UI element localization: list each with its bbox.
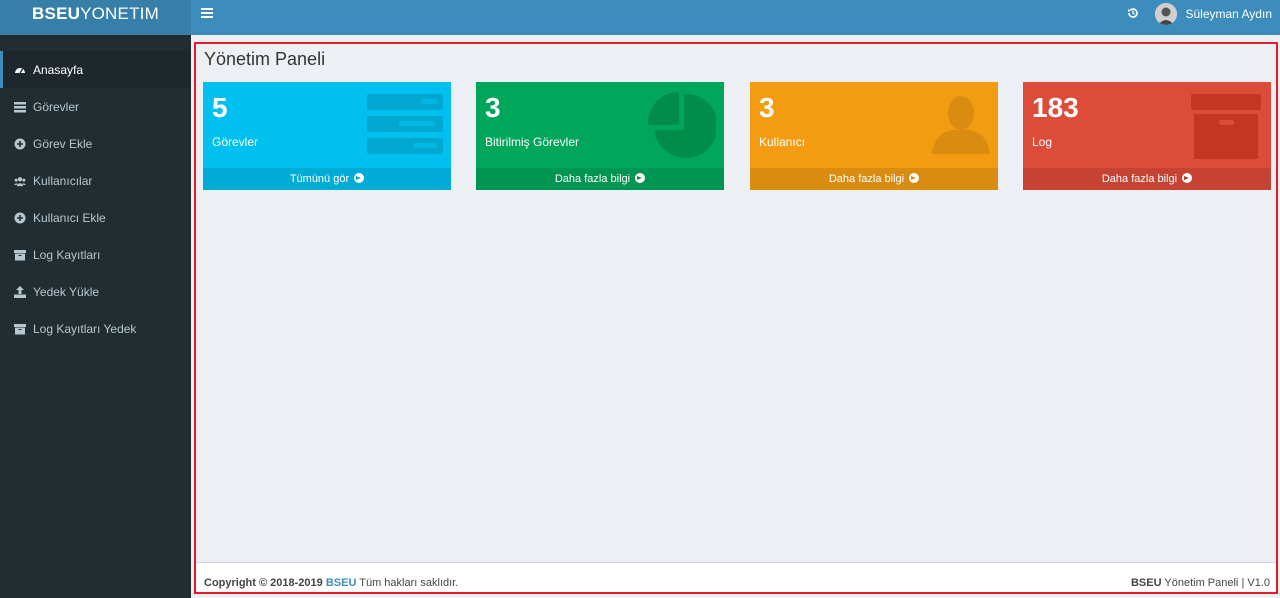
stat-label: Görevler [212,135,259,149]
sidebar-item-kullanici-ekle[interactable]: Kullanıcı Ekle [0,199,191,236]
plus-circle-icon [14,212,26,224]
stat-value: 183 [1032,92,1079,123]
users-icon [14,175,26,187]
sidebar-item-log-kayitlari-yedek[interactable]: Log Kayıtları Yedek [0,310,191,347]
avatar [1155,3,1178,25]
sidebar-item-label: Görevler [33,99,80,114]
archive-icon [14,323,26,335]
user-icon [932,96,990,154]
sidebar: Anasayfa Görevler Görev Ekle Kullanıcıla… [0,35,191,598]
sidebar-item-kullanicilar[interactable]: Kullanıcılar [0,162,191,199]
box-footer-link[interactable]: Daha fazla bilgi [750,168,998,190]
stat-label: Kullanıcı [759,135,806,149]
sidebar-item-label: Log Kayıtları [33,247,101,262]
arrow-circle-right-icon [354,173,365,183]
sidebar-item-label: Log Kayıtları Yedek [33,321,137,336]
logo-bold: BSEU [32,4,81,23]
app-logo[interactable]: BSEUYONETIM [0,0,191,35]
sidebar-item-yedek-yukle[interactable]: Yedek Yükle [0,273,191,310]
stat-value: 5 [212,92,228,123]
app-brand: BSEU [1130,577,1162,589]
stat-box-bitirilmis-gorevler: 3 Bitirilmiş Görevler Daha fazla bilgi [476,82,724,190]
page-title: Yönetim Paneli [204,49,326,69]
sidebar-item-label: Kullanıcı Ekle [33,210,106,225]
dashboard-icon [14,64,26,76]
plus-circle-icon [14,138,26,150]
box-footer-label: Daha fazla bilgi [828,173,905,185]
arrow-circle-right-icon [1182,173,1193,183]
sidebar-item-anasayfa[interactable]: Anasayfa [0,51,191,88]
sidebar-item-label: Anasayfa [33,62,84,77]
sidebar-item-label: Görev Ekle [33,136,93,151]
rights-text: Tüm hakları saklıdır. [359,577,459,589]
pie-chart-icon [648,92,716,158]
main-content: Yönetim Paneli 5 Görevler Tümünü gör 3 B… [194,42,1278,594]
user-name: Süleyman Aydın [1185,7,1272,21]
copyright-text: Copyright © 2018-2019 BSEU Tüm hakları s… [204,577,458,589]
sidebar-item-label: Kullanıcılar [33,173,93,188]
logo-rest: YONETIM [80,4,159,23]
page-footer: Copyright © 2018-2019 BSEU Tüm hakları s… [196,562,1276,592]
stat-value: 3 [759,92,775,123]
arrow-circle-right-icon [635,173,646,183]
stat-value: 3 [485,92,501,123]
stat-box-gorevler: 5 Görevler Tümünü gör [203,82,451,190]
user-menu[interactable]: Süleyman Aydın [1155,2,1272,26]
tasks-icon [14,101,26,113]
box-footer-link[interactable]: Daha fazla bilgi [476,168,724,190]
sidebar-item-gorev-ekle[interactable]: Görev Ekle [0,125,191,162]
sidebar-item-gorevler[interactable]: Görevler [0,88,191,125]
box-footer-link[interactable]: Tümünü gör [203,168,451,190]
box-footer-link[interactable]: Daha fazla bilgi [1023,168,1271,190]
sidebar-item-log-kayitlari[interactable]: Log Kayıtları [0,236,191,273]
box-footer-label: Tümünü gör [289,173,350,185]
app-name: Yönetim Paneli [1164,577,1239,589]
box-footer-label: Daha fazla bilgi [554,173,631,185]
upload-icon [14,285,26,298]
copyright-label: Copyright © 2018-2019 [204,577,323,589]
stat-box-kullanici: 3 Kullanıcı Daha fazla bilgi [750,82,998,190]
box-footer-label: Daha fazla bilgi [1101,173,1178,185]
archive-icon [14,249,26,261]
history-icon[interactable] [1126,6,1140,20]
app-version: BSEU Yönetim Paneli | V1.0 [1131,577,1270,589]
arrow-circle-right-icon [909,173,920,183]
menu-toggle-icon[interactable] [201,8,213,18]
tasks-icon [367,94,443,154]
stat-label: Bitirilmiş Görevler [485,135,580,149]
version-text: | V1.0 [1241,577,1270,589]
brand-link[interactable]: BSEU [326,577,357,589]
sidebar-item-label: Yedek Yükle [33,284,100,299]
top-navbar: Süleyman Aydın [191,0,1280,35]
stat-box-log: 183 Log Daha fazla bilgi [1023,82,1271,190]
archive-icon [1191,94,1261,159]
stat-label: Log [1032,135,1053,149]
